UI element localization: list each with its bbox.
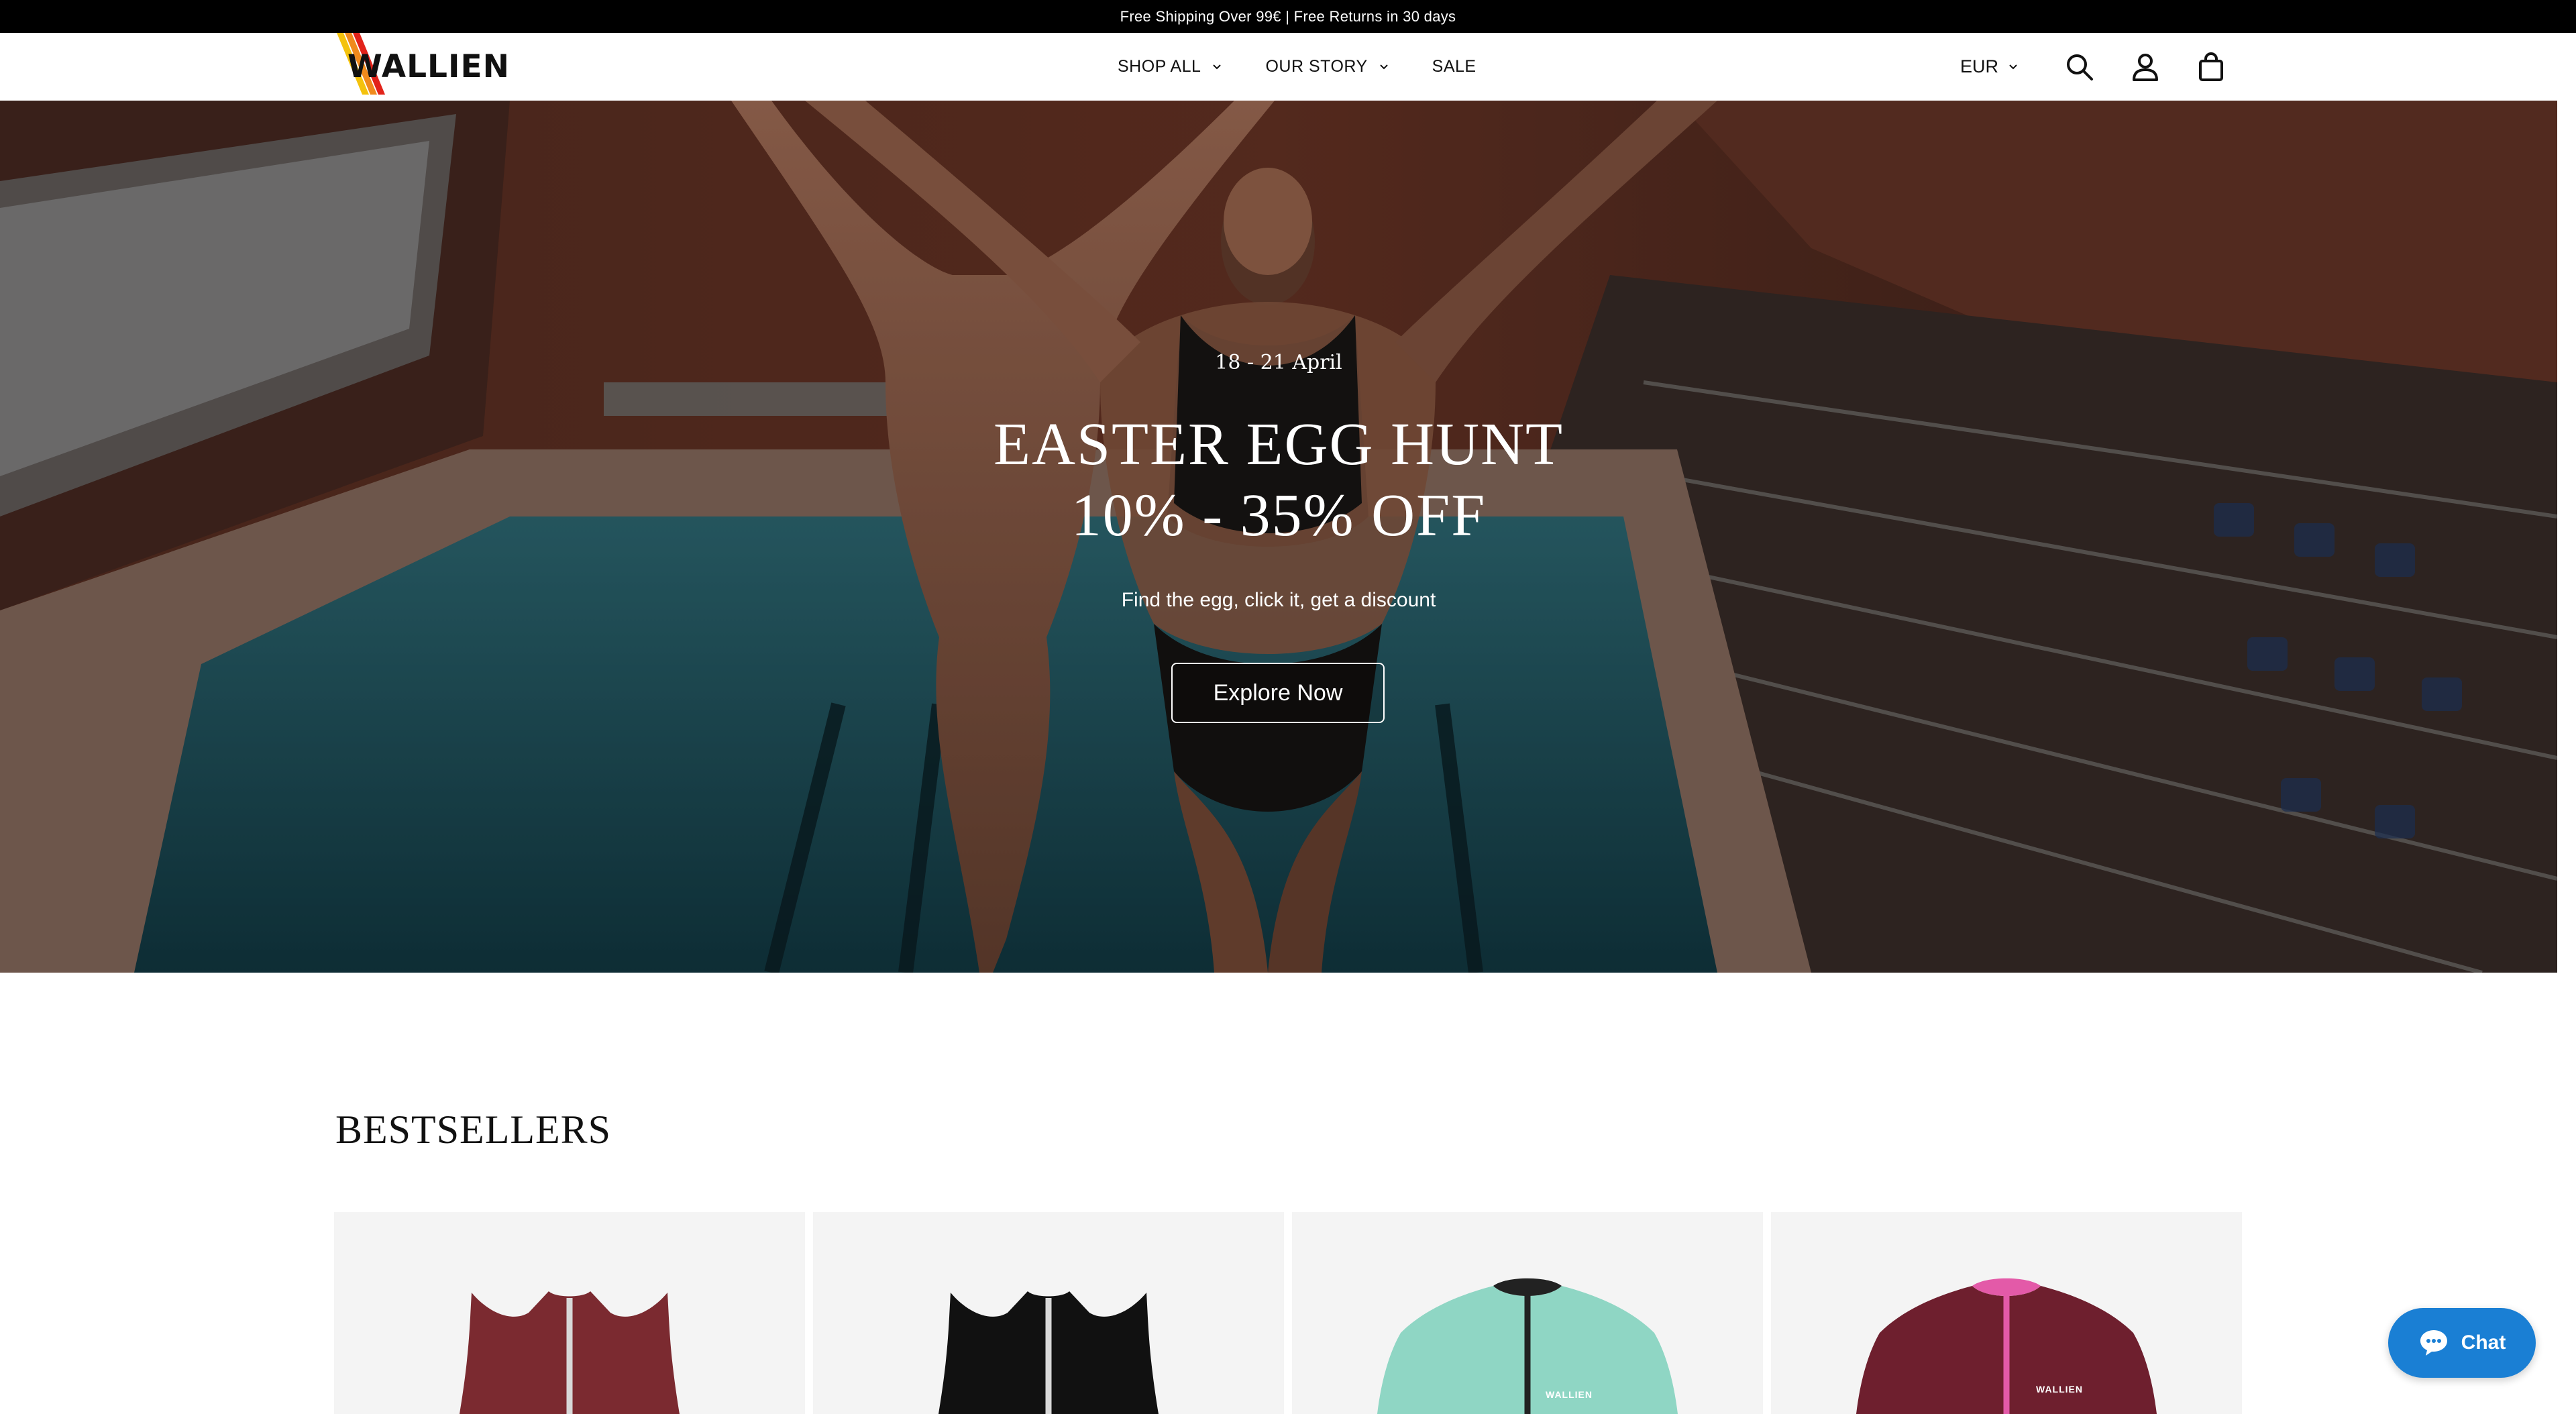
product-image: [1856, 1278, 2157, 1414]
search-icon[interactable]: [2064, 52, 2095, 83]
chat-label: Chat: [2461, 1331, 2506, 1354]
nav-sale-label: SALE: [1432, 57, 1477, 76]
chat-bubble-icon: [2420, 1330, 2447, 1356]
product-brand-label: WALLIEN: [2036, 1384, 2083, 1395]
chevron-down-icon: [2009, 64, 2017, 69]
product-image: [460, 1291, 680, 1414]
hero-title: EASTER EGG HUNT 10% - 35% OFF: [0, 409, 2557, 551]
chevron-down-icon: [1379, 64, 1388, 69]
account-icon[interactable]: [2130, 52, 2161, 83]
hero-subtitle: Find the egg, click it, get a discount: [1121, 589, 1436, 611]
product-image: [938, 1291, 1159, 1414]
announcement-text: Free Shipping Over 99€ | Free Returns in…: [1120, 7, 1456, 25]
hero-banner: 18 - 21 April EASTER EGG HUNT 10% - 35% …: [0, 101, 2557, 973]
product-card[interactable]: WALLIEN: [1292, 1212, 1763, 1414]
product-card[interactable]: [334, 1212, 805, 1414]
chevron-down-icon: [1213, 64, 1222, 69]
bestsellers-title: BESTSELLERS: [335, 1107, 612, 1152]
nav-shop-all[interactable]: SHOP ALL: [1118, 57, 1224, 76]
product-card[interactable]: [813, 1212, 1284, 1414]
explore-now-button[interactable]: Explore Now: [1171, 663, 1385, 723]
product-brand-label: WALLIEN: [1546, 1389, 1593, 1400]
logo[interactable]: WALLIEN: [335, 33, 510, 101]
nav-shop-all-label: SHOP ALL: [1118, 57, 1201, 76]
nav-our-story[interactable]: OUR STORY: [1265, 57, 1390, 76]
product-image: [1377, 1278, 1678, 1414]
main-nav: SHOP ALL OUR STORY SALE: [1118, 33, 1477, 101]
site-header: WALLIEN SHOP ALL OUR STORY SALE EUR: [0, 33, 2576, 101]
currency-selector[interactable]: EUR: [1960, 56, 2020, 77]
chat-button[interactable]: Chat: [2388, 1308, 2536, 1378]
nav-our-story-label: OUR STORY: [1265, 57, 1368, 76]
currency-label: EUR: [1960, 56, 1999, 76]
cart-icon[interactable]: [2196, 52, 2226, 83]
hero-date: 18 - 21 April: [1215, 351, 1342, 374]
product-card[interactable]: WALLIEN: [1771, 1212, 2242, 1414]
hero-title-line-1: EASTER EGG HUNT: [994, 411, 1564, 478]
bestsellers-grid: WALLIEN WALLIEN: [334, 1212, 2243, 1414]
logo-text: WALLIEN: [347, 48, 510, 85]
hero-title-line-2: 10% - 35% OFF: [1071, 482, 1487, 549]
nav-sale[interactable]: SALE: [1432, 57, 1477, 76]
announcement-bar: Free Shipping Over 99€ | Free Returns in…: [0, 0, 2576, 33]
header-tools: EUR: [1960, 33, 2226, 101]
